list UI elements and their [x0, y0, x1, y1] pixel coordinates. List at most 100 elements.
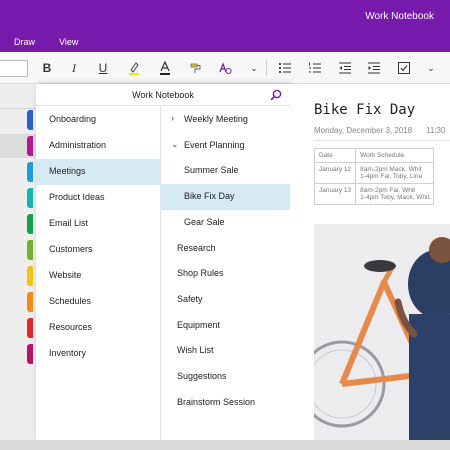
title-divider	[314, 140, 450, 141]
page-item[interactable]: Brainstorm Session	[161, 390, 290, 416]
page-canvas[interactable]: Bike Fix Day Monday, December 3, 2018 11…	[290, 84, 450, 440]
section-item[interactable]: Resources	[27, 315, 161, 341]
header-date: Date	[313, 148, 357, 163]
table-row[interactable]: January 12 8am-2pm Mack, Whit 1-4pm Fai,…	[313, 162, 435, 184]
page-label: Suggestions	[177, 371, 227, 381]
section-item[interactable]: Onboarding	[27, 107, 161, 133]
section-list: Onboarding Administration Meetings Product …	[27, 106, 161, 440]
italic-icon[interactable]: I	[65, 59, 83, 77]
section-item[interactable]: Schedules	[27, 289, 161, 315]
section-color-tab	[27, 188, 33, 208]
section-color-tab	[27, 318, 33, 338]
section-item[interactable]: Email List	[27, 211, 161, 237]
section-label: Meetings	[49, 166, 86, 176]
page-label: Safety	[177, 293, 203, 304]
section-item[interactable]: Administration	[27, 133, 161, 159]
page-item[interactable]: Equipment	[161, 313, 290, 339]
search-icon[interactable]	[270, 88, 282, 106]
bold-icon[interactable]: B	[38, 59, 56, 77]
highlighter-icon[interactable]	[125, 59, 143, 77]
page-label: Summer Sale	[184, 165, 239, 176]
page-item[interactable]: Summer Sale	[161, 158, 290, 184]
more-chevron-icon[interactable]: ⌄	[422, 59, 440, 77]
window-title: Work Notebook	[365, 11, 434, 22]
section-label: Customers	[49, 244, 93, 254]
page-label: Equipment	[177, 319, 221, 330]
section-color-tab	[27, 162, 33, 182]
page-item[interactable]: Bike Fix Day	[161, 184, 290, 211]
section-color-tab	[27, 266, 33, 286]
section-label: Resources	[49, 322, 93, 332]
page-item[interactable]: Safety	[161, 287, 290, 313]
section-label: Product Ideas	[49, 192, 105, 202]
notebook-name[interactable]: Work Notebook	[36, 90, 290, 100]
outdent-icon[interactable]	[336, 59, 354, 77]
header-work-schedule: Work Schedule	[355, 148, 435, 163]
cell-schedule: 8am-2pm Fai, Whit 1-4pm Toby, Mack, Whit	[355, 183, 435, 205]
cell-schedule: 8am-2pm Mack, Whit 1-4pm Fai, Toby, Lina	[355, 162, 435, 184]
tab-view[interactable]: View	[59, 37, 78, 47]
bullets-icon[interactable]	[276, 59, 294, 77]
page-item[interactable]: Gear Sale	[161, 210, 290, 236]
page-date: Monday, December 3, 2018	[314, 126, 413, 135]
schedule-line: 8am-2pm Fai, Whit	[360, 187, 416, 194]
section-label: Email List	[49, 218, 89, 228]
section-item[interactable]: Inventory	[27, 341, 161, 367]
section-label: Onboarding	[49, 114, 97, 124]
schedule-line: 1-4pm Fai, Toby, Lina	[360, 173, 423, 180]
section-item[interactable]: Product Ideas	[27, 185, 161, 211]
font-size-box[interactable]	[0, 60, 28, 77]
page-label: Weekly Meeting	[184, 114, 248, 124]
section-label: Administration	[49, 140, 107, 150]
section-item[interactable]: Customers	[27, 237, 161, 263]
page-item[interactable]: Wish List	[161, 338, 290, 364]
toolbar-divider	[266, 60, 267, 76]
page-item[interactable]: ⌄ Event Planning	[161, 133, 290, 159]
section-color-tab	[27, 214, 33, 234]
chevron-down-icon[interactable]: ⌄	[171, 139, 179, 150]
section-label: Website	[49, 270, 82, 280]
section-color-tab	[27, 292, 33, 312]
more-chevron-icon[interactable]: ⌄	[245, 59, 263, 77]
table-header-row: Date Work Schedule	[313, 148, 435, 163]
page-item[interactable]: › Weekly Meeting	[161, 107, 290, 133]
numbering-icon[interactable]	[306, 59, 324, 77]
section-color-tab	[27, 344, 33, 364]
page-label: Event Planning	[184, 139, 245, 150]
section-label: Inventory	[49, 348, 87, 358]
section-label: Schedules	[49, 296, 92, 306]
page-label: Bike Fix Day	[184, 191, 235, 202]
notebook-navigation-pane: Work Notebook Onboarding Administration Me…	[27, 84, 290, 440]
page-label: Research	[177, 242, 216, 253]
indent-icon[interactable]	[365, 59, 383, 77]
font-color-icon[interactable]	[156, 59, 174, 77]
page-list: › Weekly Meeting ⌄ Event Planning Summer Sal…	[161, 106, 290, 440]
formatting-toolbar: B I U ⌄ ⌄	[0, 52, 450, 84]
todo-checkbox-icon[interactable]	[395, 59, 413, 77]
chevron-right-icon[interactable]: ›	[171, 113, 174, 123]
underline-icon[interactable]: U	[94, 59, 112, 77]
notebook-header: Work Notebook	[36, 84, 290, 106]
title-bar: Work Notebook	[0, 0, 450, 32]
section-item[interactable]: Website	[27, 263, 161, 289]
bottom-bar	[0, 440, 450, 450]
page-label: Shop Rules	[177, 268, 224, 279]
page-label: Brainstorm Session	[177, 396, 256, 407]
section-color-tab	[27, 240, 33, 260]
section-item[interactable]: Meetings	[27, 159, 161, 185]
schedule-line: 1-4pm Toby, Mack, Whit	[360, 194, 430, 201]
schedule-line: 8am-2pm Mack, Whit	[360, 166, 422, 173]
clear-format-icon[interactable]	[216, 59, 234, 77]
page-label: Wish List	[177, 345, 214, 356]
page-title[interactable]: Bike Fix Day	[314, 102, 415, 118]
cell-date: January 13	[313, 183, 357, 205]
bike-photo	[314, 224, 450, 440]
work-schedule-table[interactable]: Date Work Schedule January 12 8am-2pm Ma…	[313, 148, 435, 205]
page-item[interactable]: Suggestions	[161, 364, 290, 390]
tab-draw[interactable]: Draw	[14, 37, 35, 47]
page-item[interactable]: Research	[161, 236, 290, 262]
table-row[interactable]: January 13 8am-2pm Fai, Whit 1-4pm Toby,…	[313, 183, 435, 205]
page-item[interactable]: Shop Rules	[161, 261, 290, 287]
format-painter-icon[interactable]	[187, 59, 205, 77]
page-time: 11:30	[426, 126, 446, 135]
